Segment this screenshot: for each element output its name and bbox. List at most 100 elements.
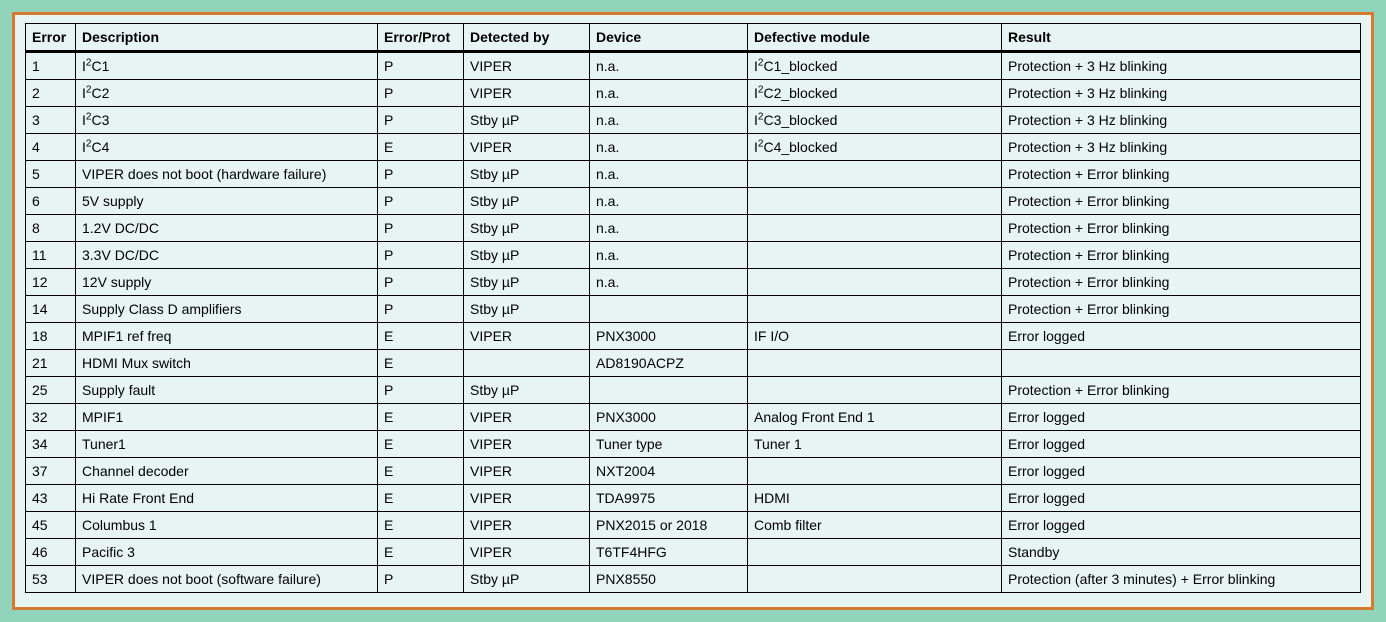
cell-description: I2C4	[76, 134, 378, 161]
table-row: 21HDMI Mux switchE AD8190ACPZ	[26, 350, 1361, 377]
cell-device: T6TF4HFG	[590, 539, 748, 566]
cell-error: 4	[26, 134, 76, 161]
cell-device: n.a.	[590, 107, 748, 134]
cell-module	[748, 161, 1002, 188]
cell-errorprot: E	[378, 431, 464, 458]
cell-detected: VIPER	[464, 52, 590, 80]
table-row: 2I2C2PVIPERn.a.I2C2_blockedProtection + …	[26, 80, 1361, 107]
cell-description: Supply Class D amplifiers	[76, 296, 378, 323]
cell-module	[748, 188, 1002, 215]
cell-errorprot: P	[378, 296, 464, 323]
cell-description: 12V supply	[76, 269, 378, 296]
cell-description: 1.2V DC/DC	[76, 215, 378, 242]
header-errorprot: Error/Prot	[378, 24, 464, 52]
cell-module: I2C4_blocked	[748, 134, 1002, 161]
cell-module: IF I/O	[748, 323, 1002, 350]
cell-detected: Stby µP	[464, 188, 590, 215]
cell-description: Tuner1	[76, 431, 378, 458]
cell-errorprot: E	[378, 539, 464, 566]
cell-result: Protection + 3 Hz blinking	[1002, 107, 1361, 134]
cell-detected: Stby µP	[464, 215, 590, 242]
table-row: 4I2C4EVIPERn.a.I2C4_blockedProtection + …	[26, 134, 1361, 161]
cell-device: PNX3000	[590, 404, 748, 431]
cell-module: I2C1_blocked	[748, 52, 1002, 80]
table-row: 53VIPER does not boot (software failure)…	[26, 566, 1361, 593]
cell-errorprot: P	[378, 52, 464, 80]
cell-module: Comb filter	[748, 512, 1002, 539]
cell-module: Analog Front End 1	[748, 404, 1002, 431]
cell-result: Error logged	[1002, 404, 1361, 431]
cell-module	[748, 296, 1002, 323]
cell-device: n.a.	[590, 242, 748, 269]
cell-module	[748, 377, 1002, 404]
cell-description: VIPER does not boot (software failure)	[76, 566, 378, 593]
cell-error: 45	[26, 512, 76, 539]
table-row: 3I2C3PStby µPn.a.I2C3_blockedProtection …	[26, 107, 1361, 134]
cell-description: Hi Rate Front End	[76, 485, 378, 512]
cell-detected: VIPER	[464, 458, 590, 485]
cell-description: VIPER does not boot (hardware failure)	[76, 161, 378, 188]
cell-error: 14	[26, 296, 76, 323]
table-frame: Error Description Error/Prot Detected by…	[12, 12, 1374, 610]
cell-device: n.a.	[590, 52, 748, 80]
cell-errorprot: E	[378, 458, 464, 485]
cell-error: 5	[26, 161, 76, 188]
header-device: Device	[590, 24, 748, 52]
cell-device: n.a.	[590, 161, 748, 188]
cell-module: HDMI	[748, 485, 1002, 512]
table-row: 46Pacific 3EVIPERT6TF4HFGStandby	[26, 539, 1361, 566]
cell-device: PNX3000	[590, 323, 748, 350]
cell-description: I2C3	[76, 107, 378, 134]
cell-errorprot: P	[378, 269, 464, 296]
header-module: Defective module	[748, 24, 1002, 52]
cell-errorprot: E	[378, 485, 464, 512]
cell-module: I2C2_blocked	[748, 80, 1002, 107]
cell-detected	[464, 350, 590, 377]
cell-module: Tuner 1	[748, 431, 1002, 458]
cell-description: I2C1	[76, 52, 378, 80]
cell-errorprot: E	[378, 350, 464, 377]
cell-description: Columbus 1	[76, 512, 378, 539]
cell-error: 53	[26, 566, 76, 593]
cell-result	[1002, 350, 1361, 377]
cell-result: Error logged	[1002, 323, 1361, 350]
cell-errorprot: P	[378, 377, 464, 404]
cell-device	[590, 377, 748, 404]
cell-error: 21	[26, 350, 76, 377]
table-row: 34Tuner1EVIPERTuner typeTuner 1Error log…	[26, 431, 1361, 458]
table-row: 1I2C1PVIPERn.a.I2C1_blockedProtection + …	[26, 52, 1361, 80]
cell-result: Error logged	[1002, 512, 1361, 539]
table-row: 1212V supplyPStby µPn.a.Protection + Err…	[26, 269, 1361, 296]
cell-error: 37	[26, 458, 76, 485]
cell-description: Channel decoder	[76, 458, 378, 485]
cell-error: 6	[26, 188, 76, 215]
table-row: 45Columbus 1EVIPERPNX2015 or 2018Comb fi…	[26, 512, 1361, 539]
cell-result: Standby	[1002, 539, 1361, 566]
cell-module	[748, 458, 1002, 485]
cell-device: AD8190ACPZ	[590, 350, 748, 377]
header-error: Error	[26, 24, 76, 52]
cell-detected: Stby µP	[464, 107, 590, 134]
cell-description: MPIF1 ref freq	[76, 323, 378, 350]
cell-detected: Stby µP	[464, 296, 590, 323]
cell-result: Protection + Error blinking	[1002, 161, 1361, 188]
cell-device: n.a.	[590, 80, 748, 107]
cell-result: Protection + Error blinking	[1002, 188, 1361, 215]
cell-module	[748, 350, 1002, 377]
cell-error: 8	[26, 215, 76, 242]
cell-errorprot: E	[378, 134, 464, 161]
cell-result: Error logged	[1002, 431, 1361, 458]
cell-module: I2C3_blocked	[748, 107, 1002, 134]
cell-result: Protection + 3 Hz blinking	[1002, 80, 1361, 107]
cell-error: 43	[26, 485, 76, 512]
header-row: Error Description Error/Prot Detected by…	[26, 24, 1361, 52]
header-detected: Detected by	[464, 24, 590, 52]
cell-errorprot: P	[378, 566, 464, 593]
cell-error: 12	[26, 269, 76, 296]
cell-device: n.a.	[590, 215, 748, 242]
cell-description: HDMI Mux switch	[76, 350, 378, 377]
cell-description: MPIF1	[76, 404, 378, 431]
cell-result: Protection + Error blinking	[1002, 242, 1361, 269]
cell-description: Supply fault	[76, 377, 378, 404]
cell-result: Protection (after 3 minutes) + Error bli…	[1002, 566, 1361, 593]
